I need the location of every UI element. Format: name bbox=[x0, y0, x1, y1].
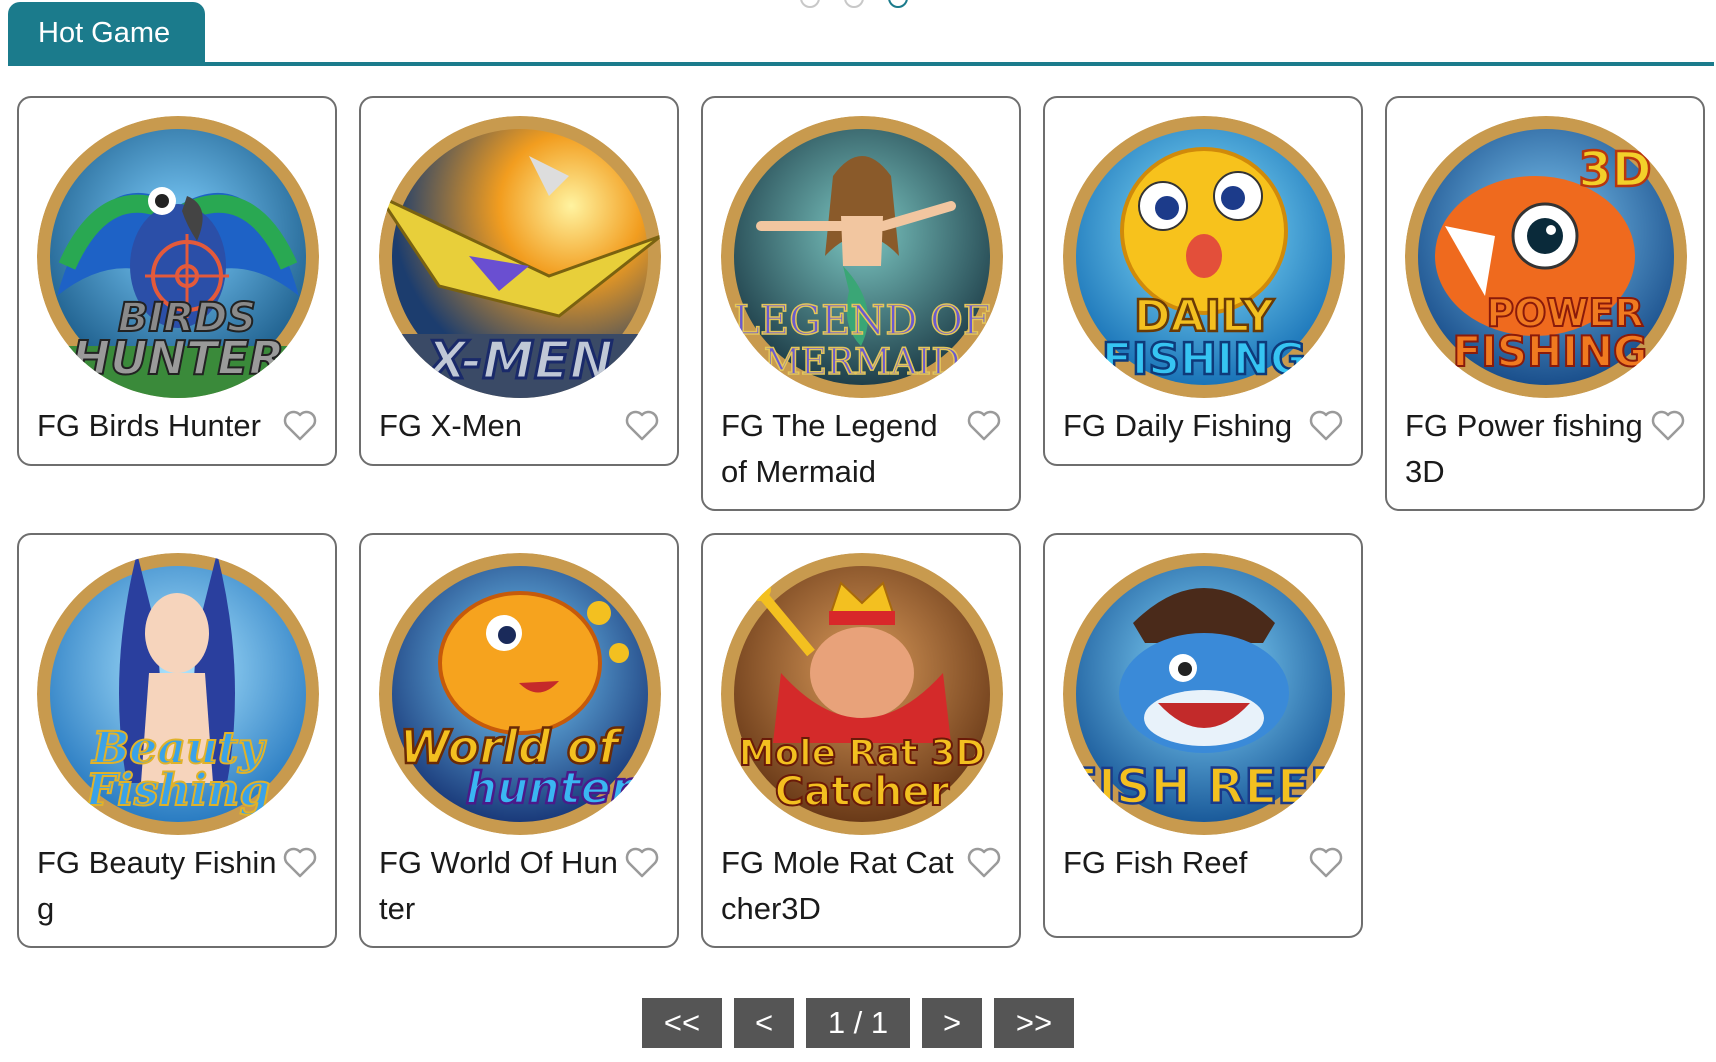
art-title-line3: 3D bbox=[1578, 142, 1651, 198]
heart-outline-icon[interactable] bbox=[1651, 410, 1685, 442]
pagination: << < 1 / 1 > >> bbox=[0, 998, 1716, 1048]
game-title[interactable]: FG Beauty Fishing bbox=[37, 840, 277, 932]
game-title[interactable]: FG Mole Rat Catcher3D bbox=[721, 840, 961, 932]
art-title-line2: Fishing bbox=[84, 765, 270, 816]
game-thumbnail[interactable]: Mole Rat 3D Catcher bbox=[721, 553, 1003, 835]
game-card[interactable]: Mole Rat 3D Catcher FG Mole Rat Catcher3… bbox=[701, 533, 1021, 948]
game-title[interactable]: FG Power fishing 3D bbox=[1405, 403, 1645, 495]
game-title[interactable]: FG Birds Hunter bbox=[37, 403, 277, 449]
heart-outline-icon[interactable] bbox=[1309, 410, 1343, 442]
art-title-line2: FISHING bbox=[1102, 334, 1306, 385]
game-thumbnail[interactable]: Beauty Fishing bbox=[37, 553, 319, 835]
art-title-line2: hunter bbox=[466, 763, 635, 814]
art-title-line2: HUNTER bbox=[72, 331, 285, 385]
heart-outline-icon[interactable] bbox=[625, 410, 659, 442]
game-card[interactable]: BIRDS HUNTER FG Birds Hunter bbox=[17, 96, 337, 466]
game-title[interactable]: FG Fish Reef bbox=[1063, 840, 1303, 886]
art-title-line1: LEGEND OF bbox=[733, 298, 990, 344]
next-page-button[interactable]: > bbox=[922, 998, 982, 1048]
first-page-button[interactable]: << bbox=[642, 998, 722, 1048]
game-thumbnail[interactable]: LEGEND OF MERMAID bbox=[721, 116, 1003, 398]
art-title-line1: FISH REEF bbox=[1065, 759, 1342, 815]
game-card[interactable]: World of hunter FG World Of Hunter bbox=[359, 533, 679, 948]
game-title[interactable]: FG World Of Hunter bbox=[379, 840, 619, 932]
heart-outline-icon[interactable] bbox=[625, 847, 659, 879]
category-tab-bar: Hot Game bbox=[8, 0, 1714, 66]
game-card[interactable]: X-MEN FG X-Men bbox=[359, 96, 679, 466]
game-thumbnail[interactable]: DAILY FISHING bbox=[1063, 116, 1345, 398]
art-title-line1: Mole Rat 3D bbox=[739, 733, 986, 774]
game-card[interactable]: FISH REEF FG Fish Reef bbox=[1043, 533, 1363, 938]
tab-hot-game[interactable]: Hot Game bbox=[8, 2, 205, 64]
art-title-line2: MERMAID bbox=[764, 342, 960, 383]
art-title-line2: FISHING bbox=[1453, 327, 1648, 376]
game-thumbnail[interactable]: FISH REEF bbox=[1063, 553, 1345, 835]
heart-outline-icon[interactable] bbox=[967, 410, 1001, 442]
game-card[interactable]: DAILY FISHING FG Daily Fishing bbox=[1043, 96, 1363, 466]
game-card[interactable]: 3D POWER FISHING FG Power fishing 3D bbox=[1385, 96, 1705, 511]
heart-outline-icon[interactable] bbox=[1309, 847, 1343, 879]
game-title[interactable]: FG The Legend of Mermaid bbox=[721, 403, 961, 495]
prev-page-button[interactable]: < bbox=[734, 998, 794, 1048]
art-title-line1: X-MEN bbox=[424, 331, 613, 391]
game-thumbnail[interactable]: 3D POWER FISHING bbox=[1405, 116, 1687, 398]
game-thumbnail[interactable]: X-MEN bbox=[379, 116, 661, 398]
game-thumbnail[interactable]: World of hunter bbox=[379, 553, 661, 835]
game-list-page: Hot Game BIRDS HUNTER FG Birds Hunter X-… bbox=[0, 0, 1716, 1062]
last-page-button[interactable]: >> bbox=[994, 998, 1074, 1048]
game-card[interactable]: LEGEND OF MERMAID FG The Legend of Merma… bbox=[701, 96, 1021, 511]
heart-outline-icon[interactable] bbox=[283, 410, 317, 442]
page-indicator: 1 / 1 bbox=[806, 998, 910, 1048]
game-title[interactable]: FG Daily Fishing bbox=[1063, 403, 1303, 449]
game-thumbnail[interactable]: BIRDS HUNTER bbox=[37, 116, 319, 398]
game-card[interactable]: Beauty Fishing FG Beauty Fishing bbox=[17, 533, 337, 948]
art-title-line2: Catcher bbox=[775, 769, 950, 815]
game-title[interactable]: FG X-Men bbox=[379, 403, 619, 449]
heart-outline-icon[interactable] bbox=[283, 847, 317, 879]
heart-outline-icon[interactable] bbox=[967, 847, 1001, 879]
